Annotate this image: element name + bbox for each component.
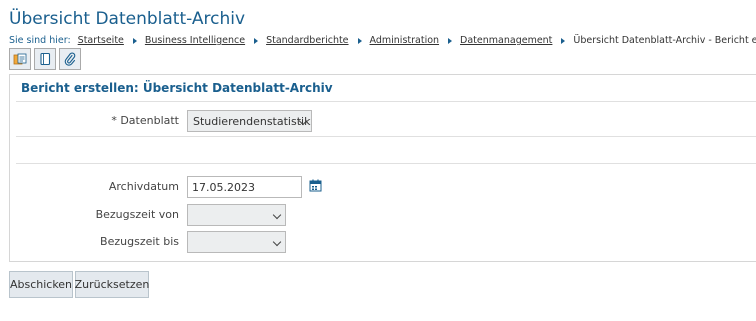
- breadcrumb-datenmanagement[interactable]: Datenmanagement: [460, 35, 552, 46]
- breadcrumb-administration[interactable]: Administration: [370, 35, 440, 46]
- datenblatt-value: Studierendenstatistik: [193, 114, 311, 128]
- report-button[interactable]: [9, 48, 31, 70]
- paperclip-icon: [64, 52, 76, 66]
- breadcrumb-prefix: Sie sind hier:: [9, 35, 71, 46]
- breadcrumb: Sie sind hier: Startseite Business Intell…: [9, 35, 756, 46]
- breadcrumb-separator-icon: [132, 37, 137, 44]
- report-icon: [13, 53, 27, 65]
- bezugszeit-bis-label: Bezugszeit bis: [100, 235, 179, 248]
- divider: [16, 101, 756, 102]
- form-title: Bericht erstellen: Übersicht Datenblatt-…: [21, 81, 333, 95]
- breadcrumb-startseite[interactable]: Startseite: [78, 35, 124, 46]
- bezugszeit-von-label: Bezugszeit von: [95, 208, 179, 221]
- divider: [16, 163, 756, 164]
- breadcrumb-separator-icon: [561, 37, 566, 44]
- chevron-down-icon: [272, 237, 282, 247]
- reset-button[interactable]: Zurücksetzen: [75, 271, 149, 298]
- archivdatum-input[interactable]: 17.05.2023: [187, 176, 302, 198]
- breadcrumb-business-intelligence[interactable]: Business Intelligence: [145, 35, 245, 46]
- page-title: Übersicht Datenblatt-Archiv: [9, 9, 246, 29]
- notebook-icon: [40, 52, 51, 66]
- chevron-down-icon: [272, 210, 282, 220]
- bezugszeit-von-select[interactable]: [187, 204, 286, 226]
- breadcrumb-separator-icon: [357, 37, 362, 44]
- breadcrumb-separator-icon: [448, 37, 453, 44]
- breadcrumb-current: Übersicht Datenblatt-Archiv - Bericht er…: [573, 35, 756, 46]
- datenblatt-label: * Datenblatt: [111, 114, 179, 127]
- breadcrumb-standardberichte[interactable]: Standardberichte: [266, 35, 348, 46]
- attachment-button[interactable]: [59, 48, 81, 70]
- archivdatum-value: 17.05.2023: [192, 180, 255, 194]
- archivdatum-label: Archivdatum: [108, 180, 179, 193]
- toolbar: [9, 48, 81, 70]
- calendar-icon[interactable]: [309, 179, 322, 192]
- breadcrumb-separator-icon: [254, 37, 259, 44]
- notebook-button[interactable]: [34, 48, 56, 70]
- submit-button[interactable]: Abschicken: [9, 271, 73, 298]
- divider: [16, 136, 756, 137]
- datenblatt-select[interactable]: Studierendenstatistik: [187, 110, 312, 132]
- bezugszeit-bis-select[interactable]: [187, 231, 286, 253]
- report-form-panel: Bericht erstellen: Übersicht Datenblatt-…: [9, 74, 756, 262]
